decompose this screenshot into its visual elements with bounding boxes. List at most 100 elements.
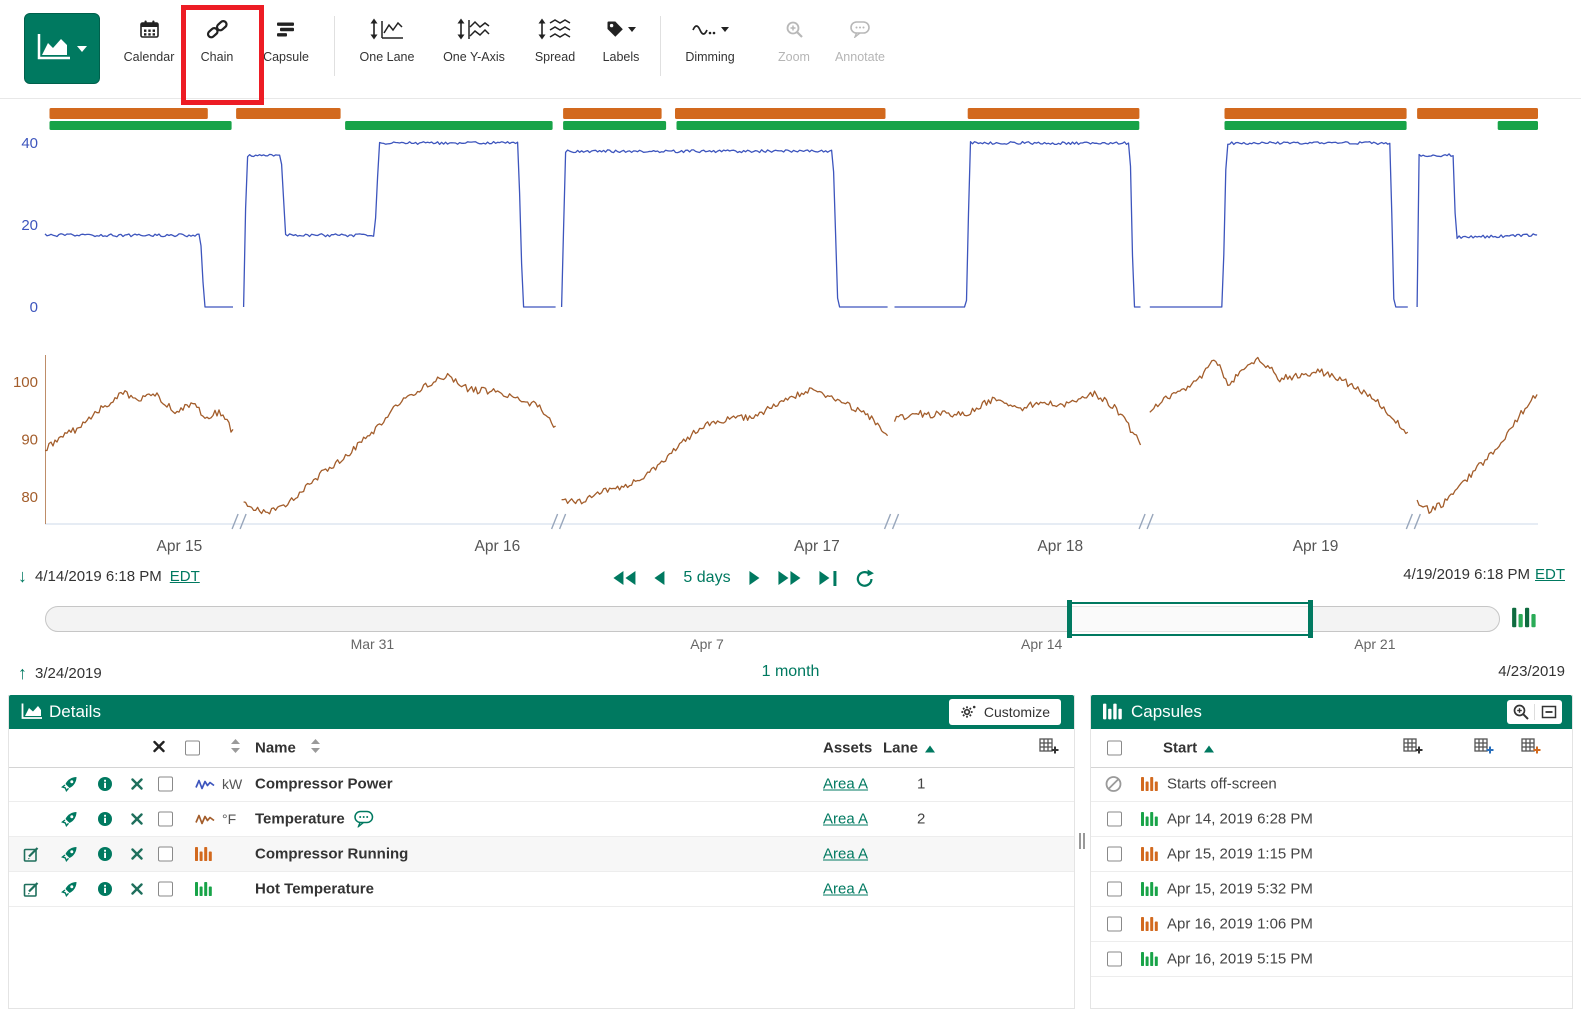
row-checkbox[interactable]	[158, 847, 173, 862]
details-rows: kWCompressor PowerArea A1°FTemperatureAr…	[9, 767, 1074, 1008]
capsule-checkbox[interactable]	[1107, 812, 1122, 827]
rocket-icon[interactable]	[61, 846, 78, 863]
capsule-row[interactable]: Apr 16, 2019 5:15 PM	[1091, 942, 1572, 977]
calendar-icon	[140, 12, 159, 46]
customize-button-label: Customize	[984, 704, 1050, 720]
capsule-start-time: Starts off-screen	[1167, 776, 1277, 793]
unit-label: °F	[222, 811, 236, 827]
timeline-label: Apr 7	[690, 636, 723, 652]
column-header-assets[interactable]: Assets	[823, 740, 872, 757]
dimming-button-label: Dimming	[685, 50, 734, 64]
capsule-row[interactable]: Starts off-screen	[1091, 767, 1572, 802]
capsule-row[interactable]: Apr 15, 2019 1:15 PM	[1091, 837, 1572, 872]
step-to-end-button[interactable]	[820, 571, 837, 586]
info-icon[interactable]	[97, 811, 113, 827]
zoom-icon	[785, 12, 804, 46]
asset-link[interactable]: Area A	[823, 776, 868, 793]
add-property-column-icon[interactable]	[1521, 738, 1541, 759]
signal-icon	[195, 777, 215, 792]
add-column-icon[interactable]	[1039, 738, 1059, 759]
step-backward-button[interactable]	[654, 571, 664, 585]
remove-all-icon[interactable]	[153, 740, 165, 757]
row-checkbox[interactable]	[158, 812, 173, 827]
remove-item-icon[interactable]	[131, 883, 143, 895]
add-column-icon[interactable]	[1403, 738, 1423, 759]
annotate-button-label: Annotate	[835, 50, 885, 64]
display-range-row: ↓ 4/14/2019 6:18 PM EDT 5 days 4/19/2019…	[0, 564, 1581, 592]
annotate-button: Annotate	[826, 12, 894, 86]
calendar-button-label: Calendar	[124, 50, 175, 64]
trend-chart[interactable]: 020408090100	[0, 100, 1581, 534]
comment-icon[interactable]	[354, 811, 374, 828]
item-name: Temperature	[255, 811, 374, 828]
add-stat-column-icon[interactable]	[1474, 738, 1494, 759]
one-y-axis-button[interactable]: One Y-Axis	[432, 12, 516, 86]
fast-backward-button[interactable]	[613, 571, 635, 585]
row-checkbox[interactable]	[158, 882, 173, 897]
select-all-checkbox[interactable]	[185, 741, 200, 756]
asset-link[interactable]: Area A	[823, 811, 868, 828]
capsule-row[interactable]: Apr 16, 2019 1:06 PM	[1091, 907, 1572, 942]
remove-item-icon[interactable]	[131, 778, 143, 790]
capsule-row[interactable]: Apr 15, 2019 5:32 PM	[1091, 872, 1572, 907]
selector-right-handle[interactable]	[1308, 600, 1313, 638]
asset-link[interactable]: Area A	[823, 846, 868, 863]
unit-label: kW	[222, 776, 242, 792]
row-checkbox[interactable]	[158, 777, 173, 792]
investigate-duration[interactable]: 1 month	[762, 663, 820, 681]
remove-item-icon[interactable]	[131, 848, 143, 860]
display-range-selector[interactable]	[1068, 602, 1312, 636]
panel-splitter[interactable]	[1077, 695, 1086, 1009]
rocket-icon[interactable]	[61, 881, 78, 898]
zoom-to-capsule-button[interactable]	[1507, 700, 1534, 724]
capsule-row[interactable]: Apr 14, 2019 6:28 PM	[1091, 802, 1572, 837]
calendar-button[interactable]: Calendar	[116, 12, 182, 86]
spread-button[interactable]: Spread	[524, 12, 586, 86]
dimming-button[interactable]: Dimming	[672, 12, 748, 86]
edit-icon[interactable]	[23, 881, 40, 898]
details-row: °FTemperatureArea A2	[9, 802, 1074, 837]
capsule-button[interactable]: Capsule	[252, 12, 320, 86]
column-header-lane[interactable]: Lane	[883, 740, 935, 757]
toolbar: Calendar Chain Capsule One Lane One Y-Ax…	[0, 0, 1581, 99]
capsule-button-label: Capsule	[263, 50, 309, 64]
end-timezone-link[interactable]: EDT	[1535, 566, 1565, 583]
selector-left-handle[interactable]	[1067, 600, 1072, 638]
step-duration-button[interactable]: 5 days	[683, 569, 730, 587]
one-y-axis-icon	[457, 12, 491, 46]
svg-text:90: 90	[21, 432, 38, 449]
step-forward-button[interactable]	[750, 571, 760, 585]
labels-button[interactable]: Labels	[590, 12, 652, 86]
rocket-icon[interactable]	[61, 811, 78, 828]
chevron-down-icon	[77, 46, 87, 52]
info-icon[interactable]	[97, 846, 113, 862]
refresh-button[interactable]	[856, 569, 875, 588]
rocket-icon[interactable]	[61, 776, 78, 793]
labels-button-label: Labels	[603, 50, 640, 64]
info-icon[interactable]	[97, 776, 113, 792]
edit-icon[interactable]	[23, 846, 40, 863]
one-lane-button[interactable]: One Lane	[350, 12, 424, 86]
collapse-panel-button[interactable]	[1535, 700, 1562, 724]
remove-item-icon[interactable]	[131, 813, 143, 825]
sort-updown-icon[interactable]	[231, 739, 240, 757]
chain-button-label: Chain	[201, 50, 234, 64]
column-header-name[interactable]: Name	[255, 740, 296, 757]
info-icon[interactable]	[97, 881, 113, 897]
capsule-checkbox[interactable]	[1107, 847, 1122, 862]
details-title: Details	[49, 702, 101, 722]
column-header-start[interactable]: Start	[1163, 740, 1214, 757]
sort-updown-icon[interactable]	[311, 739, 320, 757]
toolbar-divider	[334, 16, 335, 76]
chain-button[interactable]: Chain	[186, 12, 248, 86]
start-timezone-link[interactable]: EDT	[170, 568, 200, 585]
asset-link[interactable]: Area A	[823, 881, 868, 898]
timeline-capsule-icon[interactable]	[1512, 607, 1536, 633]
customize-button[interactable]: Customize	[949, 699, 1061, 725]
select-all-capsules-checkbox[interactable]	[1107, 741, 1122, 756]
capsule-checkbox[interactable]	[1107, 882, 1122, 897]
fast-forward-button[interactable]	[779, 571, 801, 585]
trend-view-dropdown-button[interactable]	[24, 13, 100, 84]
capsule-checkbox[interactable]	[1107, 952, 1122, 967]
capsule-checkbox[interactable]	[1107, 917, 1122, 932]
